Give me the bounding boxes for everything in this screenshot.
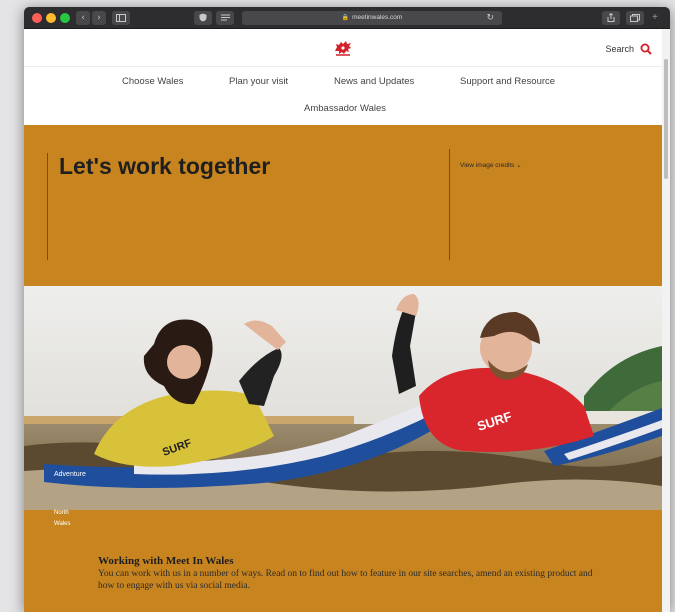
- intro-section: North Wales Working with Meet In Wales Y…: [24, 510, 662, 612]
- share-icon: [607, 12, 615, 22]
- forward-button[interactable]: ›: [92, 11, 106, 25]
- sidebar-icon: [116, 14, 126, 22]
- minimize-window-button[interactable]: [46, 13, 56, 23]
- chevron-down-icon: ⌄: [516, 162, 522, 169]
- new-tab-icon[interactable]: +: [652, 11, 658, 25]
- hero-left-rule: [47, 153, 48, 260]
- hero-right-rule: [449, 149, 450, 260]
- lock-icon: 🔒: [341, 15, 350, 21]
- page-title: Let's work together: [59, 153, 271, 179]
- intro-paragraph: You can work with us in a number of ways…: [98, 569, 593, 591]
- welsh-dragon-logo-icon[interactable]: [332, 37, 354, 59]
- nav-plan-your-visit[interactable]: Plan your visit: [229, 76, 288, 87]
- nav-support-and-resource[interactable]: Support and Resource: [460, 76, 555, 87]
- chevron-right-icon: ›: [97, 13, 101, 23]
- nav-ambassador-wales[interactable]: Ambassador Wales: [304, 103, 386, 114]
- nav-choose-wales[interactable]: Choose Wales: [122, 76, 183, 87]
- hero-banner: Let's work together View image credits ⌄: [24, 125, 662, 286]
- privacy-report-button[interactable]: [194, 11, 212, 25]
- sidebar-toggle-button[interactable]: [112, 11, 130, 25]
- image-tag-wales[interactable]: Wales: [54, 521, 70, 527]
- scrollbar-thumb[interactable]: [664, 59, 668, 179]
- web-page: Search Choose Wales Plan your visit News…: [24, 29, 670, 612]
- search-icon[interactable]: [640, 43, 652, 55]
- url-text: meetinwales.com: [352, 14, 403, 21]
- image-tag-adventure[interactable]: Adventure: [54, 471, 86, 478]
- view-image-credits-link[interactable]: View image credits ⌄: [460, 161, 522, 169]
- reload-icon[interactable]: ↻: [486, 11, 494, 25]
- zoom-window-button[interactable]: [60, 13, 70, 23]
- tabs-icon: [630, 14, 640, 22]
- chevron-left-icon: ‹: [81, 13, 85, 23]
- reader-button[interactable]: [216, 11, 234, 25]
- address-bar[interactable]: 🔒 meetinwales.com ↻: [242, 11, 502, 25]
- credits-label: View image credits: [460, 162, 515, 169]
- intro-heading: Working with Meet In Wales: [98, 555, 234, 567]
- page-scrollbar[interactable]: [662, 29, 670, 612]
- shield-icon: [199, 13, 207, 22]
- image-tag-north[interactable]: North: [54, 510, 69, 516]
- site-header: Search Choose Wales Plan your visit News…: [24, 29, 662, 125]
- search-label: Search: [605, 44, 634, 54]
- browser-window: ‹ › 🔒 meetinwales.com ↻ + Search Choose …: [24, 7, 670, 612]
- share-button[interactable]: [602, 11, 620, 25]
- search-control[interactable]: Search: [605, 43, 652, 55]
- tab-overview-button[interactable]: [626, 11, 644, 25]
- header-divider: [24, 66, 662, 67]
- surfers-high-five-image: SURF SURF: [24, 286, 662, 510]
- back-button[interactable]: ‹: [76, 11, 90, 25]
- reader-lines-icon: [220, 14, 230, 21]
- hero-photo-surfers: SURF SURF Adventure: [24, 286, 662, 510]
- nav-news-and-updates[interactable]: News and Updates: [334, 76, 414, 87]
- browser-toolbar: ‹ › 🔒 meetinwales.com ↻ +: [24, 7, 670, 29]
- main-navigation: Choose Wales Plan your visit News and Up…: [24, 76, 662, 114]
- close-window-button[interactable]: [32, 13, 42, 23]
